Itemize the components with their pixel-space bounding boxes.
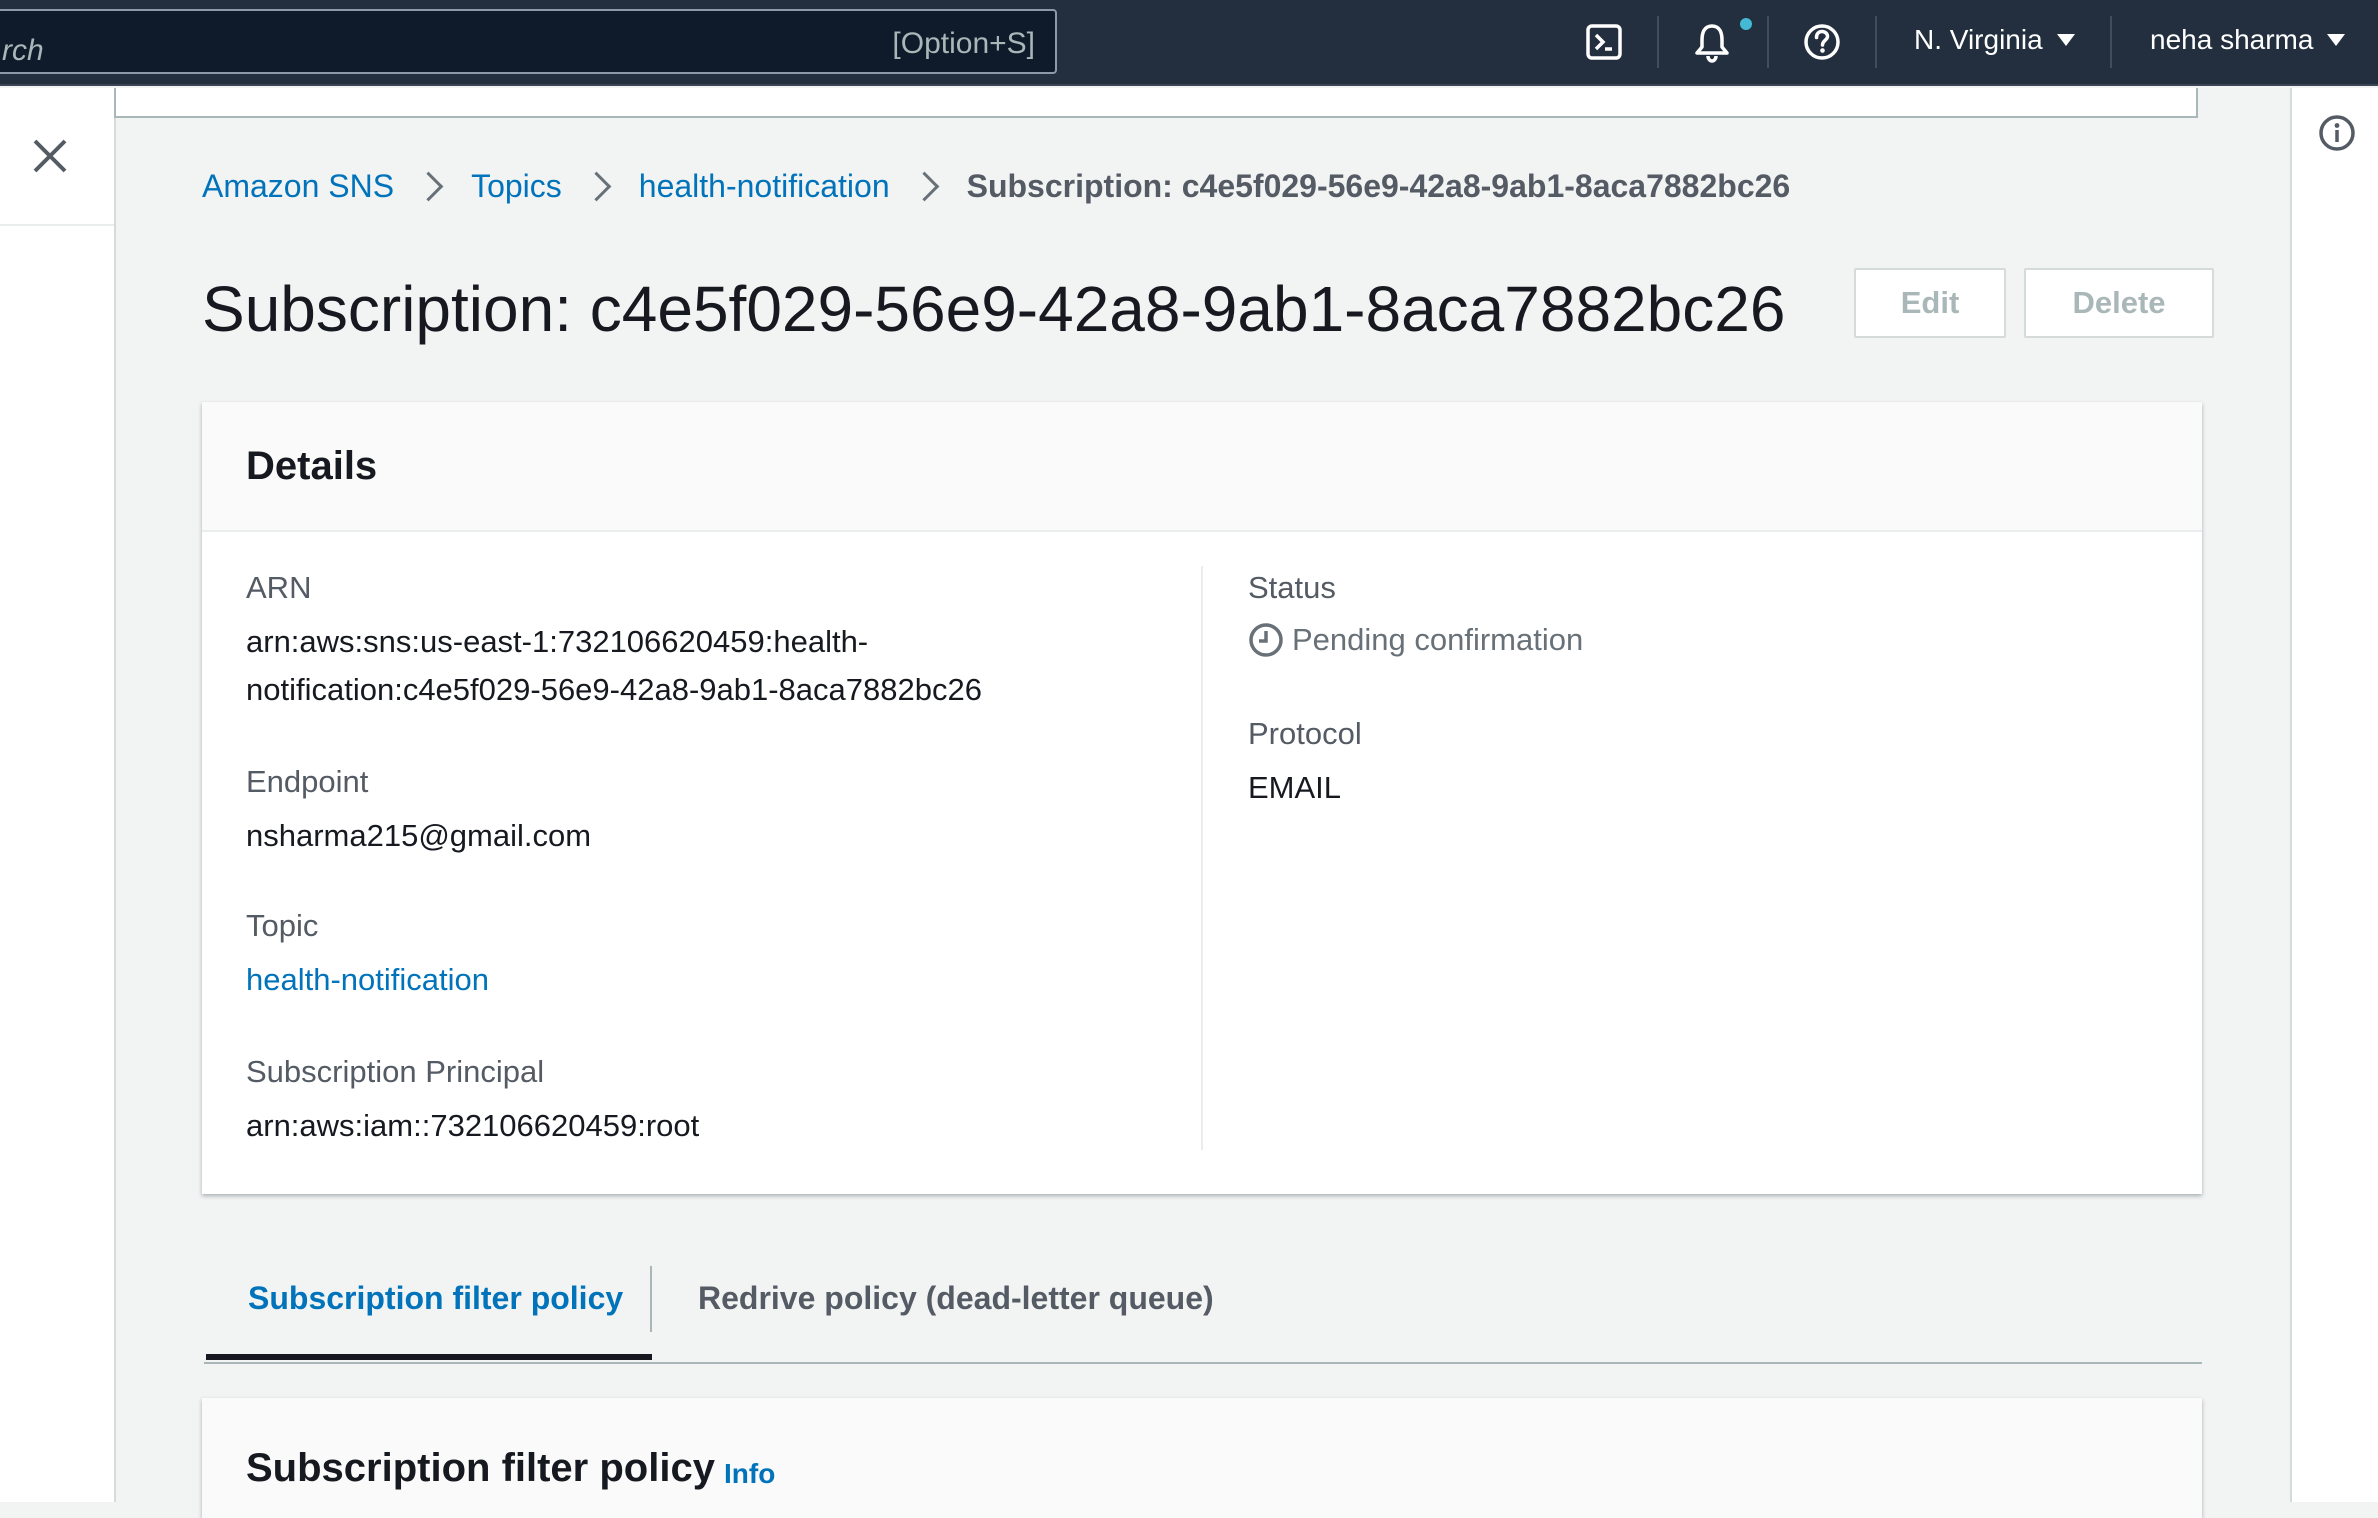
principal-label: Subscription Principal: [246, 1054, 545, 1089]
caret-down-icon: [2056, 33, 2075, 46]
account-menu[interactable]: neha sharma: [2150, 24, 2346, 56]
bell-icon[interactable]: [1688, 18, 1736, 66]
edit-button[interactable]: Edit: [1854, 268, 2006, 338]
protocol-label: Protocol: [1248, 716, 1362, 751]
search-value: rch: [2, 34, 44, 67]
tab-subscription-filter-policy[interactable]: Subscription filter policy: [248, 1280, 623, 1317]
chevron-right-icon: [581, 171, 612, 202]
nav-divider: [1767, 16, 1769, 68]
tab-list: Subscription filter policy Redrive polic…: [204, 1230, 2202, 1364]
nav-divider: [2110, 16, 2112, 68]
info-icon[interactable]: [2318, 114, 2356, 152]
help-icon[interactable]: [1798, 18, 1846, 66]
caret-down-icon: [2327, 33, 2346, 46]
clock-icon: [1249, 623, 1283, 657]
region-selector[interactable]: N. Virginia: [1914, 24, 2075, 56]
breadcrumb-item-amazon-sns[interactable]: Amazon SNS: [202, 168, 394, 205]
filter-policy-heading: Subscription filter policy: [246, 1446, 715, 1490]
breadcrumb: Amazon SNS Topics health-notification Su…: [202, 168, 1790, 205]
page-title: Subscription: c4e5f029-56e9-42a8-9ab1-8a…: [202, 273, 1786, 345]
breadcrumb-item-topics[interactable]: Topics: [471, 168, 562, 205]
region-label: N. Virginia: [1914, 24, 2043, 55]
endpoint-label: Endpoint: [246, 764, 369, 799]
panel-divider: [0, 224, 114, 226]
protocol-value: EMAIL: [1248, 770, 1342, 805]
navigation-panel: [0, 88, 116, 1502]
topic-label: Topic: [246, 908, 319, 943]
close-icon[interactable]: [32, 138, 68, 174]
status-value: Pending confirmation: [1292, 622, 1584, 657]
nav-divider: [1875, 16, 1877, 68]
breadcrumb-current: Subscription: c4e5f029-56e9-42a8-9ab1-8a…: [966, 168, 1791, 204]
tools-panel: [2290, 88, 2378, 1502]
search-input[interactable]: rch [Option+S]: [0, 9, 1057, 74]
column-divider: [1201, 566, 1203, 1150]
delete-button[interactable]: Delete: [2024, 268, 2214, 338]
arn-value-line2: notification:c4e5f029-56e9-42a8-9ab1-8ac…: [246, 672, 982, 707]
topic-link[interactable]: health-notification: [246, 956, 489, 1004]
principal-value: arn:aws:iam::732106620459:root: [246, 1108, 700, 1143]
filter-policy-card: Subscription filter policy Info: [202, 1398, 2202, 1518]
arn-label: ARN: [246, 570, 312, 605]
cloudshell-icon[interactable]: [1580, 18, 1628, 66]
info-link[interactable]: Info: [724, 1458, 775, 1490]
user-name: neha sharma: [2150, 24, 2314, 55]
notification-dot: [1740, 18, 1752, 30]
arn-value-line1: arn:aws:sns:us-east-1:732106620459:healt…: [246, 624, 869, 659]
nav-divider: [1657, 16, 1659, 68]
search-shortcut-hint: [Option+S]: [892, 27, 1035, 60]
chevron-right-icon: [413, 171, 444, 202]
details-card: Details ARN arn:aws:sns:us-east-1:732106…: [202, 402, 2202, 1194]
endpoint-value: nsharma215@gmail.com: [246, 818, 592, 853]
status-label: Status: [1248, 570, 1336, 605]
top-navigation: rch [Option+S] N. Virginia neha sharma: [0, 0, 2378, 86]
details-heading: Details: [246, 444, 378, 488]
details-header: Details: [202, 402, 2202, 532]
active-tab-indicator: [206, 1354, 652, 1360]
flash-bar-area: [114, 88, 2198, 118]
tab-redrive-policy[interactable]: Redrive policy (dead-letter queue): [698, 1280, 1214, 1317]
chevron-right-icon: [909, 171, 939, 202]
tab-divider: [650, 1266, 652, 1332]
breadcrumb-item-topic[interactable]: health-notification: [639, 168, 890, 205]
status-indicator: Pending confirmation: [1248, 622, 1583, 658]
